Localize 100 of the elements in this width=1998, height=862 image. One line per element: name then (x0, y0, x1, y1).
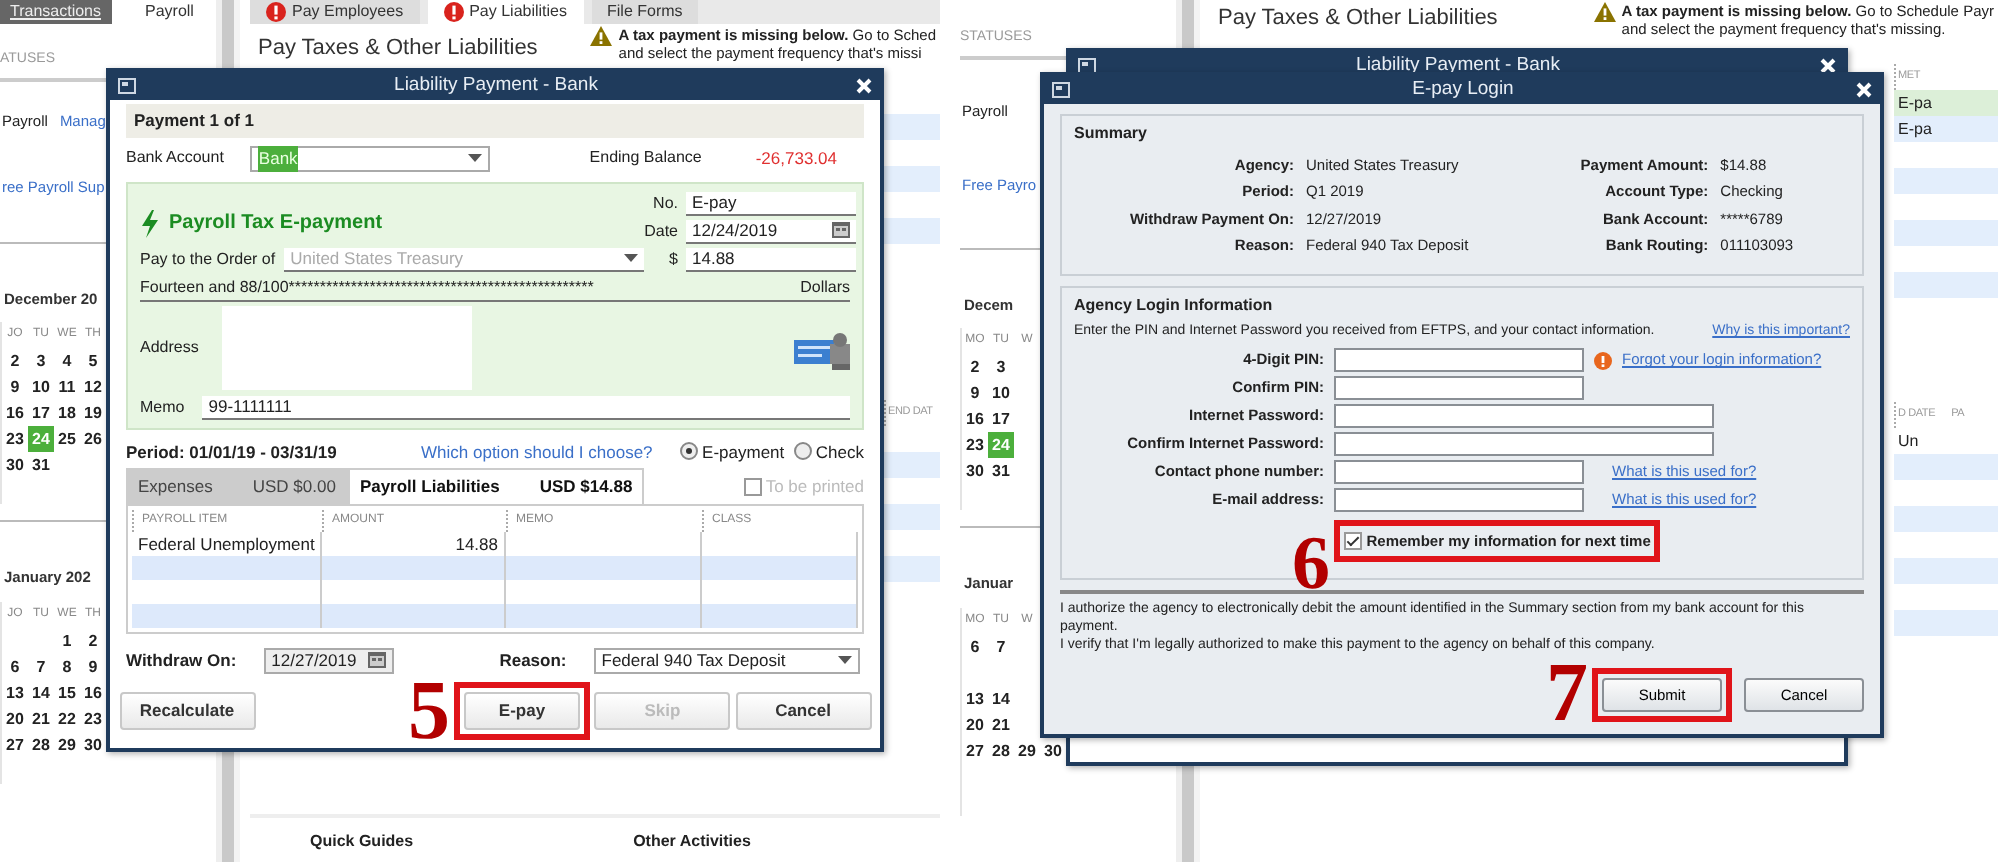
tab[interactable]: Pay Liabilities (427, 0, 584, 24)
button[interactable]: E-pay (464, 691, 580, 729)
calendar-day[interactable]: 9 (962, 380, 988, 407)
input-field[interactable] (1334, 404, 1714, 428)
calendar-day[interactable]: 5 (80, 348, 106, 375)
tab[interactable]: Payroll Liabilities USD $14.88 (347, 468, 645, 504)
calendar-day[interactable]: 7 (988, 633, 1014, 685)
field-label: Pay to the Order of (140, 247, 276, 272)
calendar-day[interactable]: 31 (28, 452, 54, 479)
reason-dropdown[interactable]: Federal 940 Tax Deposit (593, 647, 860, 673)
calendar-day[interactable]: 22 (54, 705, 80, 731)
tab[interactable]: Pay Employees (250, 0, 420, 24)
calendar-day[interactable]: 13 (962, 685, 988, 711)
calendar-day[interactable]: 9 (2, 374, 28, 401)
calendar-day[interactable]: 23 (962, 432, 988, 459)
table-row (1894, 610, 1998, 636)
calendar-day[interactable]: 17 (28, 400, 54, 427)
table-row (1894, 506, 1998, 532)
calendar-day[interactable]: 2 (80, 627, 106, 653)
radio-option[interactable]: Check (793, 439, 864, 465)
calendar-day[interactable]: 21 (28, 705, 54, 731)
calendar-day[interactable]: 18 (54, 400, 80, 427)
input-field[interactable] (1334, 460, 1584, 484)
calendar-day[interactable]: 6 (962, 633, 988, 685)
address-field[interactable] (222, 306, 473, 391)
calendar-day[interactable]: 2 (2, 348, 28, 375)
input-field[interactable] (1334, 348, 1584, 372)
lightning-icon (140, 209, 160, 238)
calendar-day[interactable]: 16 (80, 679, 106, 705)
field-label: Ending Balance (589, 146, 702, 171)
section-heading: Other Activities (633, 830, 751, 854)
calendar-day[interactable]: 27 (962, 737, 988, 763)
calendar-icon (367, 652, 386, 668)
calendar-day[interactable]: 3 (988, 354, 1014, 381)
table-row (884, 504, 940, 530)
button[interactable]: Recalculate (119, 691, 255, 729)
field-label: Bank Account (126, 146, 224, 171)
calendar-day[interactable]: 28 (28, 731, 54, 757)
payment-header: Payment 1 of 1 (126, 104, 864, 138)
calendar-day[interactable]: 30 (80, 731, 106, 757)
calendar-day[interactable]: 23 (80, 705, 106, 731)
window-menu-icon (1052, 82, 1070, 98)
calendar-day[interactable]: 23 (2, 426, 28, 453)
calendar-day[interactable]: 31 (988, 458, 1014, 485)
calendar-day[interactable]: 2 (962, 354, 988, 381)
calendar-day[interactable]: 14 (28, 679, 54, 705)
calendar-day[interactable]: 10 (28, 374, 54, 401)
close-icon[interactable] (1819, 58, 1836, 74)
calendar-day[interactable]: 16 (962, 406, 988, 433)
input-field[interactable] (1334, 376, 1584, 400)
calendar-day[interactable]: 10 (988, 380, 1014, 407)
calendar-day[interactable]: 30 (2, 452, 28, 479)
radio-option[interactable]: E-payment (679, 439, 785, 465)
calendar-day[interactable]: 30 (962, 458, 988, 485)
table-cell-text: Un (1898, 430, 1919, 454)
calendar-day[interactable]: 11 (54, 374, 80, 401)
currency-label: Dollars (800, 276, 850, 300)
calendar-day[interactable]: 8 (54, 653, 80, 679)
calendar-day[interactable]: 7 (28, 653, 54, 679)
calendar-day[interactable]: 14 (988, 685, 1014, 711)
input-field[interactable] (1334, 488, 1584, 512)
calendar-day[interactable]: 6 (2, 653, 28, 679)
calendar-day[interactable]: 9 (80, 653, 106, 679)
calendar-day[interactable]: 21 (988, 711, 1014, 737)
calendar-day[interactable]: 19 (80, 400, 106, 427)
memo-field[interactable]: 99-1111111 (202, 395, 850, 419)
section-heading: Agency Login Information (1074, 294, 1275, 318)
button[interactable]: Cancel (735, 691, 871, 729)
tab[interactable]: Expenses USD $0.00 (126, 468, 348, 504)
input-field[interactable] (1334, 432, 1714, 456)
calendar-day[interactable]: 16 (2, 400, 28, 427)
window-menu-icon (118, 78, 136, 94)
calendar-day[interactable]: 20 (2, 705, 28, 731)
tab[interactable]: Transactions (0, 0, 111, 24)
calendar-day[interactable]: 27 (2, 731, 28, 757)
calendar-day[interactable]: 26 (80, 426, 106, 453)
number-field[interactable]: E-pay (686, 191, 856, 216)
calendar-day[interactable]: 28 (988, 737, 1014, 763)
calendar-day[interactable]: 15 (54, 679, 80, 705)
calendar-day[interactable]: 29 (54, 731, 80, 757)
calendar-day[interactable]: 3 (28, 348, 54, 375)
close-icon[interactable] (1855, 82, 1872, 98)
help-link[interactable]: Which option should I choose? (421, 439, 653, 465)
amount-field[interactable]: 14.88 (686, 247, 856, 272)
calendar-day[interactable]: 4 (54, 348, 80, 375)
calendar-day[interactable]: 13 (2, 679, 28, 705)
date-field[interactable]: 12/24/2019 (686, 219, 856, 244)
tab[interactable]: File Forms (591, 0, 699, 24)
calendar-day[interactable]: 12 (80, 374, 106, 401)
calendar-day[interactable]: 17 (988, 406, 1014, 433)
calendar-day[interactable]: 20 (962, 711, 988, 737)
calendar-day[interactable]: 1 (54, 627, 80, 653)
tab[interactable]: Payroll (135, 0, 204, 24)
calendar-day[interactable]: 29 (1014, 737, 1040, 763)
date-field[interactable]: 12/27/2019 (263, 647, 394, 673)
calendar-day[interactable]: 25 (54, 426, 80, 453)
calendar-day[interactable]: 30 (1040, 737, 1066, 763)
close-icon[interactable] (855, 78, 872, 94)
step-number: 6 (1292, 531, 1330, 597)
table-row (884, 114, 940, 140)
